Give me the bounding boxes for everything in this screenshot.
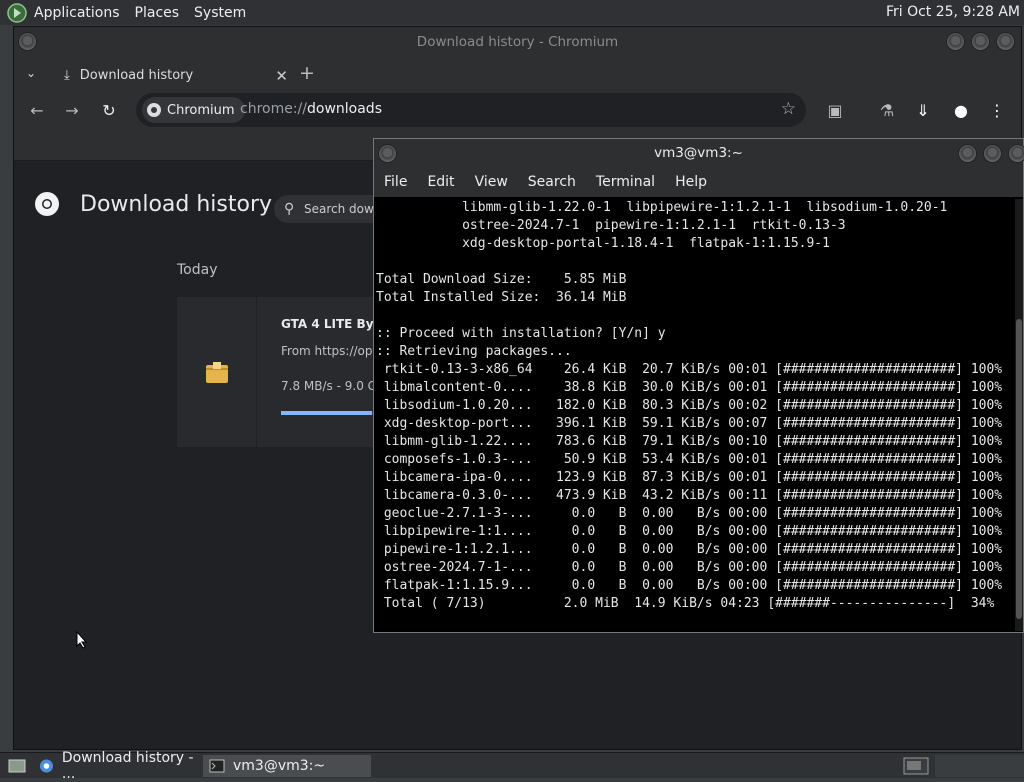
menu-terminal[interactable]: Terminal [596, 174, 655, 190]
window-menu-button[interactable] [378, 144, 397, 163]
window-menu-button[interactable] [18, 32, 37, 51]
workspace-switcher-1[interactable] [897, 755, 929, 777]
kebab-menu-icon[interactable]: ⋮ [986, 101, 1008, 120]
tab-title: Download history [79, 68, 194, 83]
terminal-line: libmm-glib-1.22.... 783.6 KiB 79.1 KiB/s… [376, 434, 1003, 449]
terminal-line: :: Retrieving packages... [376, 344, 572, 359]
omnibox[interactable]: Chromium chrome://downloads ☆ [136, 93, 806, 127]
menu-file[interactable]: File [384, 174, 407, 190]
url-path: downloads [307, 101, 382, 117]
maximize-button[interactable] [983, 144, 1002, 163]
url-scheme: chrome:// [240, 101, 307, 117]
menu-help[interactable]: Help [675, 174, 707, 190]
terminal-icon [209, 759, 225, 773]
new-tab-plus-icon[interactable]: + [299, 62, 315, 84]
terminal-line: :: Proceed with installation? [Y/n] y [376, 326, 666, 341]
terminal-titlebar[interactable]: vm3@vm3:~ [374, 139, 1024, 167]
profile-avatar-icon[interactable]: ● [950, 101, 972, 120]
chromium-titlebar[interactable]: Download history - Chromium [14, 27, 1021, 57]
terminal-line: composefs-1.0.3-... 50.9 KiB 53.4 KiB/s … [376, 452, 1003, 467]
terminal-line: libcamera-ipa-0.... 123.9 KiB 87.3 KiB/s… [376, 470, 1003, 485]
chromium-window-title: Download history - Chromium [416, 34, 619, 50]
download-tab-icon: ⤓ [64, 68, 70, 83]
close-button[interactable] [996, 32, 1015, 51]
terminal-line: ostree-2024.7-1 pipewire-1:1.2.1-1 rtkit… [376, 218, 846, 233]
chromium-logo-icon [39, 759, 53, 773]
close-button[interactable] [1008, 144, 1024, 163]
terminal-line: Total ( 7/13) 2.0 MiB 14.9 KiB/s 04:23 [… [376, 596, 995, 611]
chromium-logo-icon [147, 103, 161, 117]
terminal-line: xdg-desktop-port... 396.1 KiB 59.1 KiB/s… [376, 416, 1003, 431]
page-title: Download history [80, 191, 273, 217]
system-menu[interactable]: System [194, 5, 246, 21]
terminal-window: vm3@vm3:~ File Edit View Search Terminal… [373, 138, 1024, 633]
applications-menu[interactable]: Applications [34, 5, 120, 21]
terminal-line: pipewire-1:1.2.1... 0.0 B 0.00 B/s 00:00… [376, 542, 1003, 557]
minimize-button[interactable] [958, 144, 977, 163]
terminal-line: libcamera-0.3.0-... 473.9 KiB 43.2 KiB/s… [376, 488, 1003, 503]
menu-view[interactable]: View [475, 174, 508, 190]
terminal-line: Total Installed Size: 36.14 MiB [376, 290, 627, 305]
download-source-url[interactable]: From https://opt [281, 344, 377, 358]
tabstrip: ⌄ ⤓ Download history ✕ + [14, 57, 1021, 91]
tab-download-history[interactable]: ⤓ Download history ✕ [52, 60, 288, 91]
taskbar-item-chromium[interactable]: Download history - ... [33, 750, 201, 782]
taskbar: Download history - ... vm3@vm3:~ [0, 750, 1024, 782]
distro-logo-icon[interactable] [6, 2, 28, 24]
toolbar: ← → ↻ Chromium chrome://downloads ☆ ▣ ⚗ … [14, 91, 1021, 133]
labs-flask-icon[interactable]: ⚗ [876, 101, 898, 120]
file-package-icon [206, 362, 228, 383]
bookmark-star-icon[interactable]: ☆ [781, 99, 796, 119]
terminal-line: Total Download Size: 5.85 MiB [376, 272, 627, 287]
terminal-menubar: File Edit View Search Terminal Help [374, 167, 1023, 197]
places-menu[interactable]: Places [135, 5, 180, 21]
download-status: 7.8 MB/s - 9.0 G [281, 379, 377, 393]
workspace-switcher-2[interactable] [935, 755, 1024, 777]
forward-arrow-icon[interactable]: → [61, 101, 83, 120]
downloads-indicator-icon[interactable]: ⇓ [912, 101, 934, 120]
extensions-icon[interactable]: ▣ [824, 101, 846, 120]
terminal-line: libpipewire-1:1.... 0.0 B 0.00 B/s 00:00… [376, 524, 1003, 539]
terminal-output[interactable]: libmm-glib-1.22.0-1 libpipewire-1:1.2.1-… [376, 199, 1016, 629]
tab-close-icon[interactable]: ✕ [275, 67, 288, 85]
terminal-line: libsodium-1.0.20... 182.0 KiB 80.3 KiB/s… [376, 398, 1003, 413]
reload-icon[interactable]: ↻ [98, 101, 120, 120]
menu-search[interactable]: Search [528, 174, 576, 190]
taskbar-item-terminal[interactable]: vm3@vm3:~ [203, 755, 371, 777]
show-desktop-icon [8, 759, 26, 773]
workspace-icon [903, 757, 929, 775]
show-desktop-button[interactable] [2, 755, 30, 777]
terminal-scrollbar[interactable] [1015, 199, 1023, 631]
terminal-line: libmm-glib-1.22.0-1 libpipewire-1:1.2.1-… [376, 200, 948, 215]
search-icon: ⚲ [284, 201, 295, 217]
taskbar-item-label: Download history - ... [61, 750, 194, 782]
minimize-button[interactable] [946, 32, 965, 51]
back-arrow-icon[interactable]: ← [26, 101, 48, 120]
download-filename-link[interactable]: GTA 4 LITE By C [281, 317, 387, 331]
chromium-logo-icon [35, 192, 59, 216]
clock[interactable]: Fri Oct 25, 9:28 AM [886, 4, 1020, 20]
terminal-window-title: vm3@vm3:~ [654, 145, 743, 161]
terminal-line: rtkit-0.13-3-x86_64 26.4 KiB 20.7 KiB/s … [376, 362, 1003, 377]
scrollbar-thumb[interactable] [1016, 319, 1022, 619]
terminal-line: libmalcontent-0.... 38.8 KiB 30.0 KiB/s … [376, 380, 1003, 395]
site-chip[interactable]: Chromium [142, 97, 245, 123]
terminal-line: flatpak-1:1.15.9... 0.0 B 0.00 B/s 00:00… [376, 578, 1003, 593]
tab-search-chevron-icon[interactable]: ⌄ [26, 66, 36, 80]
download-progress-fill [281, 411, 372, 415]
terminal-line: geoclue-2.7.1-3-... 0.0 B 0.00 B/s 00:00… [376, 506, 1003, 521]
taskbar-item-label: vm3@vm3:~ [233, 758, 326, 774]
site-chip-label: Chromium [167, 102, 235, 118]
menu-edit[interactable]: Edit [427, 174, 454, 190]
terminal-line: ostree-2024.7-1-... 0.0 B 0.00 B/s 00:00… [376, 560, 1003, 575]
date-section-header: Today [177, 262, 218, 278]
terminal-line: xdg-desktop-portal-1.18.4-1 flatpak-1:1.… [376, 236, 830, 251]
top-panel: Applications Places System Fri Oct 25, 9… [0, 0, 1024, 25]
url-text[interactable]: chrome://downloads [240, 101, 382, 117]
maximize-button[interactable] [971, 32, 990, 51]
